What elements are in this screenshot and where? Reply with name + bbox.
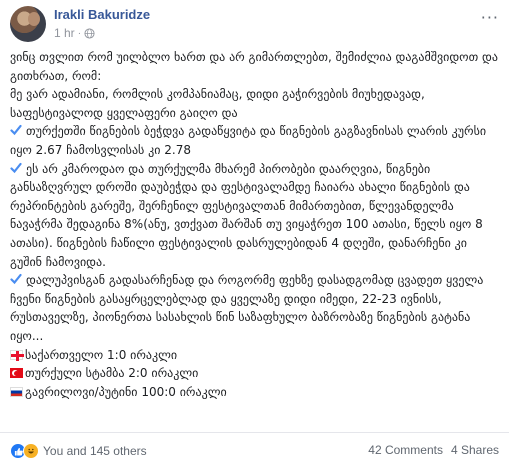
check-item: თურქეთში წიგნების ბეჭდვა გადაწყვიტა და წ… xyxy=(10,122,502,159)
author-name[interactable]: Irakli Bakuridze xyxy=(54,7,150,22)
check-mark-icon xyxy=(10,274,22,285)
check-text: თურქეთში წიგნების ბეჭდვა გადაწყვიტა და წ… xyxy=(10,124,490,157)
score-list: საქართველო 1:0 ირაკლი თურქული სტამბა 2:0… xyxy=(10,346,502,402)
facebook-post: Irakli Bakuridze 1 hr · ··· ვინც თვლით რ… xyxy=(0,0,509,469)
more-options-icon[interactable]: ··· xyxy=(481,8,499,27)
author-avatar[interactable] xyxy=(10,6,46,42)
turkey-flag-icon xyxy=(10,368,23,379)
post-stats: 42 Comments 4 Shares xyxy=(368,443,499,457)
post-footer: You and 145 others 42 Comments 4 Shares xyxy=(0,432,509,469)
reactions-summary[interactable]: You and 145 others xyxy=(10,443,147,459)
post-header: Irakli Bakuridze 1 hr · ··· xyxy=(10,6,499,42)
score-text: საქართველო 1:0 ირაკლი xyxy=(25,347,178,362)
shares-count-link[interactable]: 4 Shares xyxy=(451,443,499,457)
score-text: გავრილოვი/პუტინი 100:0 ირაკლი xyxy=(25,384,227,399)
score-text: თურქული სტამბა 2:0 ირაკლი xyxy=(25,366,199,381)
score-row: გავრილოვი/პუტინი 100:0 ირაკლი xyxy=(10,383,502,402)
haha-reaction-icon xyxy=(23,443,39,459)
post-body: ვინც თვლით რომ უილბლო ხართ და არ გიმართლ… xyxy=(10,48,502,401)
comments-count-link[interactable]: 42 Comments xyxy=(368,443,443,457)
check-text: დალუპვისგან გადასარჩენად და როგორმე ფეხზ… xyxy=(10,273,488,343)
check-item: ეს არ კმაროდაო და თურქულმა მხარემ პირობე… xyxy=(10,160,502,272)
reactions-text[interactable]: You and 145 others xyxy=(43,444,147,458)
score-row: თურქული სტამბა 2:0 ირაკლი xyxy=(10,364,502,383)
post-time[interactable]: 1 hr xyxy=(54,26,75,40)
check-text: ეს არ კმაროდაო და თურქულმა მხარემ პირობე… xyxy=(10,161,487,269)
post-paragraph: ვინც თვლით რომ უილბლო ხართ და არ გიმართლ… xyxy=(10,50,502,83)
post-meta: 1 hr · xyxy=(54,26,95,40)
post-paragraph: მე ვარ ადამიანი, რომლის კომპანიამაც, დიდ… xyxy=(10,87,429,120)
russia-flag-icon xyxy=(10,386,23,397)
check-mark-icon xyxy=(10,162,22,173)
georgia-flag-icon xyxy=(10,349,24,361)
check-item: დალუპვისგან გადასარჩენად და როგორმე ფეხზ… xyxy=(10,271,502,345)
globe-icon[interactable] xyxy=(84,27,95,39)
check-mark-icon xyxy=(10,125,22,136)
reaction-icons xyxy=(10,443,39,459)
score-row: საქართველო 1:0 ირაკლი xyxy=(10,346,502,365)
meta-separator: · xyxy=(77,27,82,39)
